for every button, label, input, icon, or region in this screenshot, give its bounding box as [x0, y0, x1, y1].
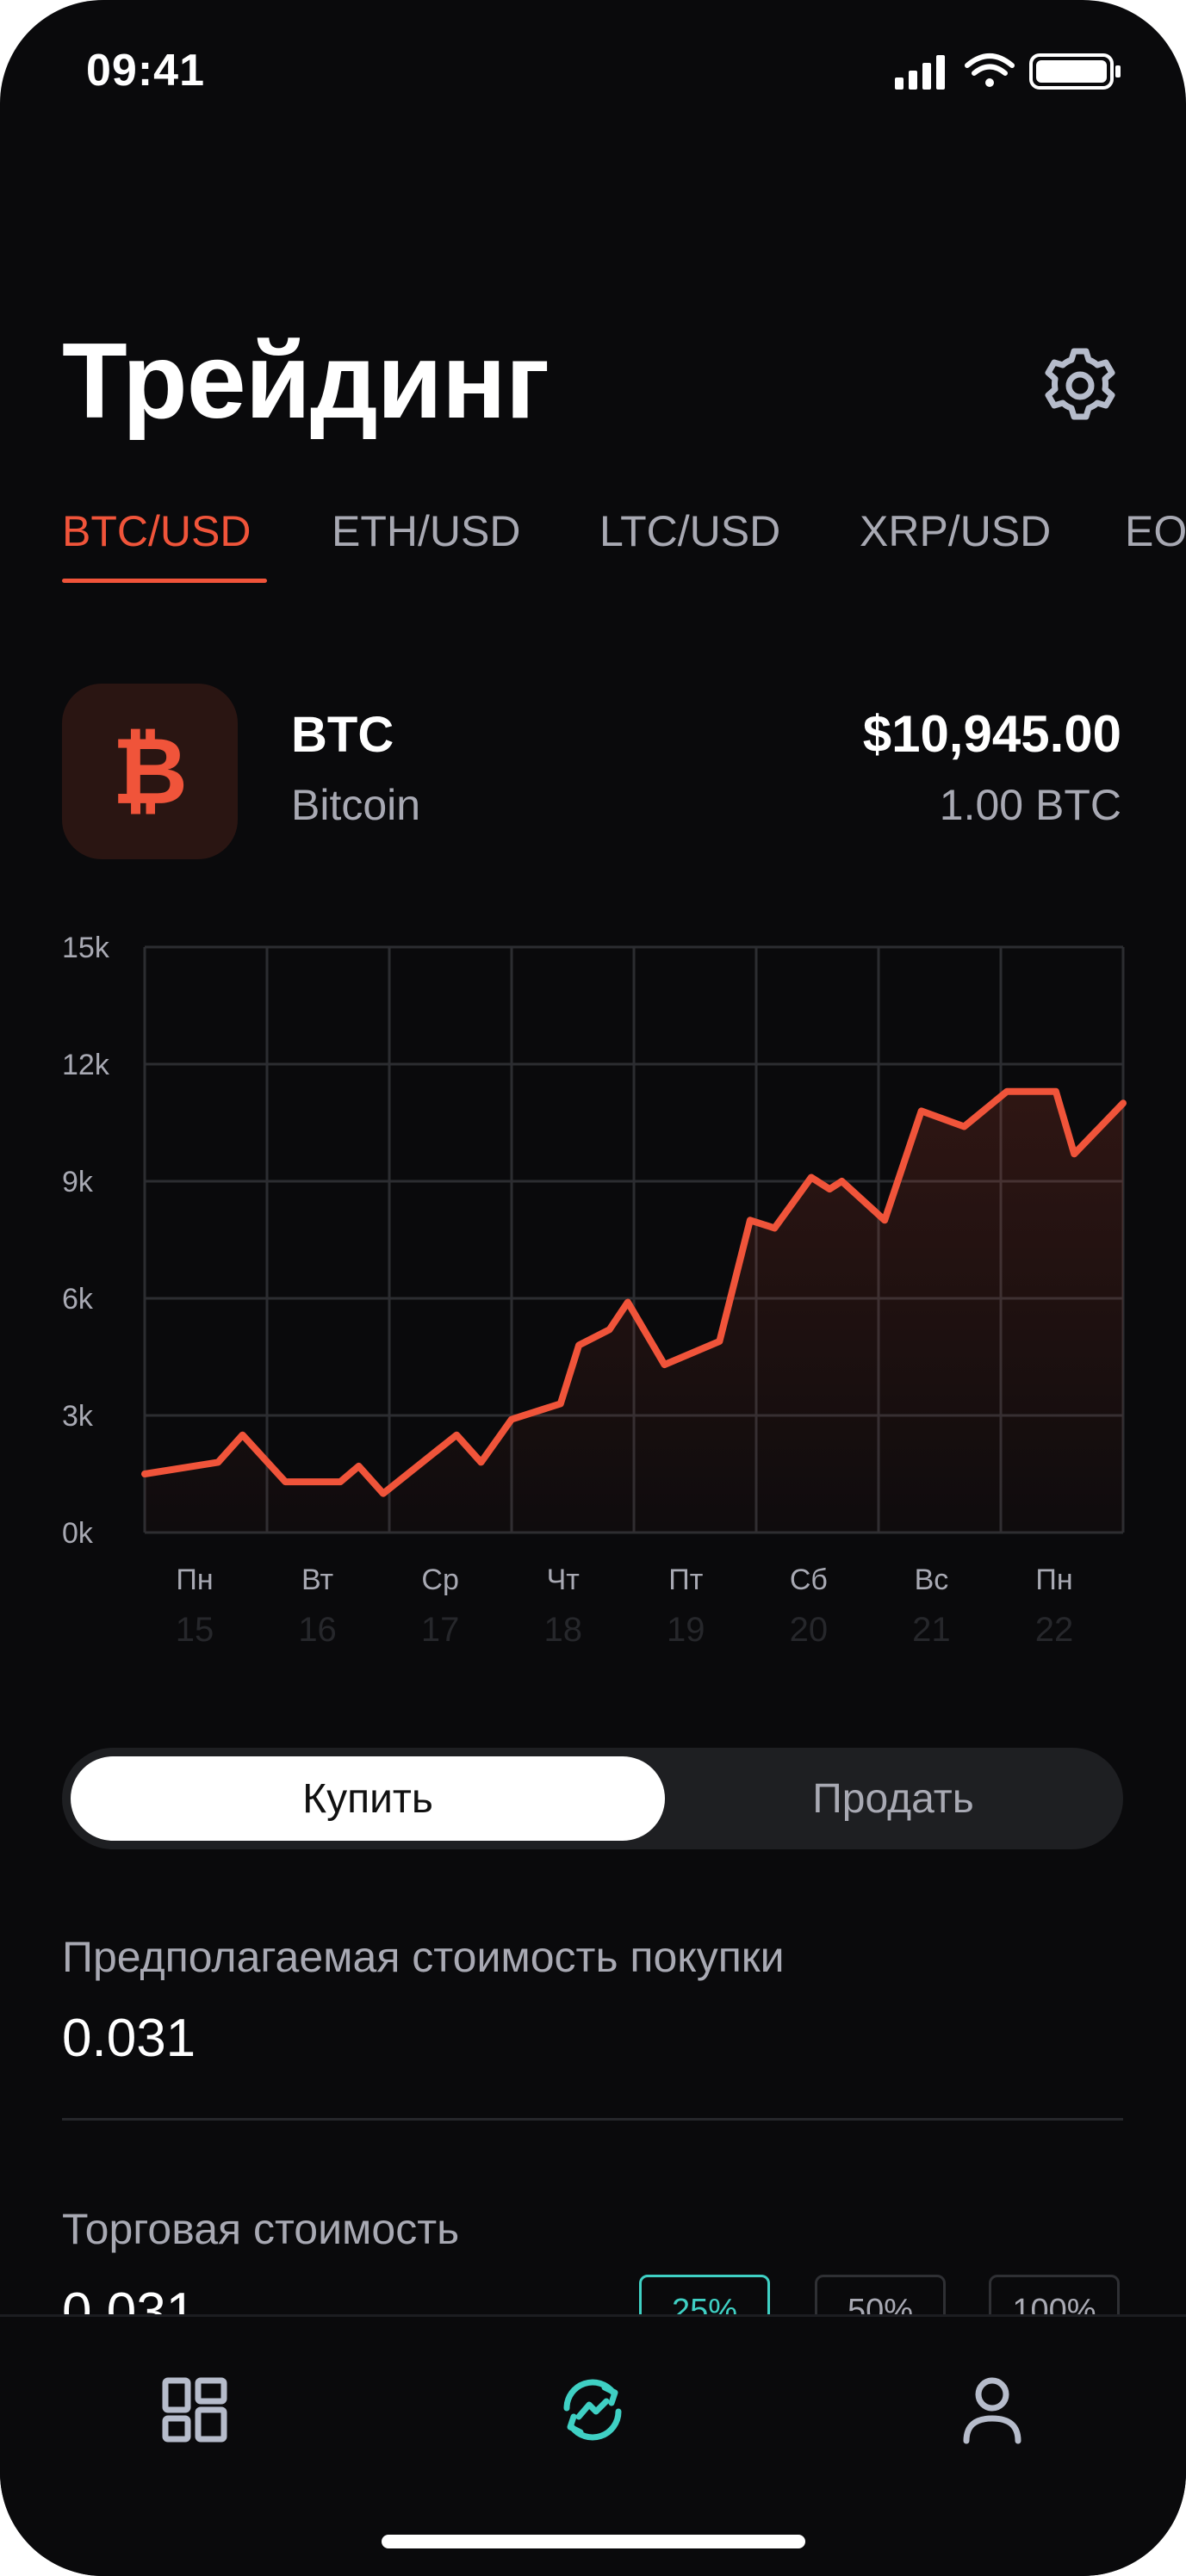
tab-xrp-usd[interactable]: XRP/USD [860, 506, 1051, 556]
tab-eth-usd[interactable]: ETH/USD [332, 506, 520, 556]
x-tick-date-label: 20 [790, 1611, 829, 1649]
x-tick-date-label: 16 [298, 1611, 337, 1649]
trade-cost-label: Торговая стоимость [62, 2205, 460, 2253]
tab-ltc-usd[interactable]: LTC/USD [599, 506, 780, 556]
estimated-cost-value[interactable]: 0.031 [62, 2008, 196, 2069]
x-tick-date-label: 17 [421, 1611, 460, 1649]
coin-price: $10,945.00 [862, 705, 1121, 763]
wifi-icon [965, 53, 1015, 87]
dashboard-grid-icon [162, 2377, 227, 2443]
y-tick-label: 15k [62, 932, 110, 964]
status-icons [893, 50, 1134, 93]
x-tick-date-label: 19 [667, 1611, 705, 1649]
signal-wifi-battery-icons [895, 53, 1121, 90]
buy-button[interactable]: Купить [71, 1756, 665, 1841]
y-tick-label: 0k [62, 1517, 94, 1550]
divider [62, 2118, 1123, 2121]
x-tick-date-label: 15 [176, 1611, 214, 1649]
page-title: Трейдинг [62, 322, 550, 441]
trading-exchange-icon [563, 2379, 622, 2441]
y-tick-label: 12k [62, 1049, 110, 1081]
profile-icon [963, 2377, 1021, 2444]
x-tick-day-label: Ср [421, 1564, 458, 1596]
nav-dashboard[interactable] [153, 2369, 236, 2451]
x-tick-day-label: Вт [301, 1564, 333, 1596]
y-tick-label: 6k [62, 1283, 94, 1316]
tab-eos-usd[interactable]: EO [1125, 506, 1186, 556]
coin-amount: 1.00 BTC [939, 781, 1121, 829]
x-tick-day-label: Пн [1035, 1564, 1072, 1596]
x-tick-day-label: Пн [176, 1564, 213, 1596]
home-indicator [382, 2535, 805, 2548]
x-tick-day-label: Пт [668, 1564, 703, 1596]
status-time: 09:41 [86, 46, 205, 96]
x-tick-day-label: Чт [547, 1564, 580, 1596]
y-tick-label: 9k [62, 1166, 94, 1198]
app-screen: 09:41 Трейдинг BTC/USD ETH/USD LTC/USD X… [0, 0, 1186, 2576]
buy-sell-toggle: Купить Продать [62, 1748, 1123, 1849]
price-chart: 0k 3k 6k 9k 12k 15k Пн 15 Вт 16 Ср 17 Чт 18 Пт 19 Сб 20 В… [62, 932, 1127, 1649]
tab-btc-usd[interactable]: BTC/USD [62, 506, 251, 556]
x-tick-day-label: Вс [915, 1564, 949, 1596]
battery-icon [1029, 53, 1121, 90]
y-tick-label: 3k [62, 1400, 94, 1433]
settings-button[interactable] [1039, 344, 1121, 427]
cellular-signal-icon [895, 55, 945, 90]
x-tick-date-label: 22 [1035, 1611, 1074, 1649]
estimated-cost-label: Предполагаемая стоимость покупки [62, 1933, 785, 1981]
coin-name: Bitcoin [291, 781, 421, 829]
x-tick-day-label: Сб [790, 1564, 828, 1596]
coin-ticker: BTC [291, 707, 394, 763]
nav-profile[interactable] [951, 2369, 1034, 2451]
sell-button[interactable]: Продать [665, 1756, 1121, 1841]
bitcoin-symbol: ₿ [111, 718, 188, 826]
bitcoin-icon: ₿ [62, 684, 238, 859]
gear-icon [1045, 348, 1115, 420]
nav-trading[interactable] [551, 2369, 634, 2451]
x-tick-date-label: 21 [912, 1611, 951, 1649]
active-tab-indicator [62, 579, 267, 583]
x-tick-date-label: 18 [543, 1611, 582, 1649]
